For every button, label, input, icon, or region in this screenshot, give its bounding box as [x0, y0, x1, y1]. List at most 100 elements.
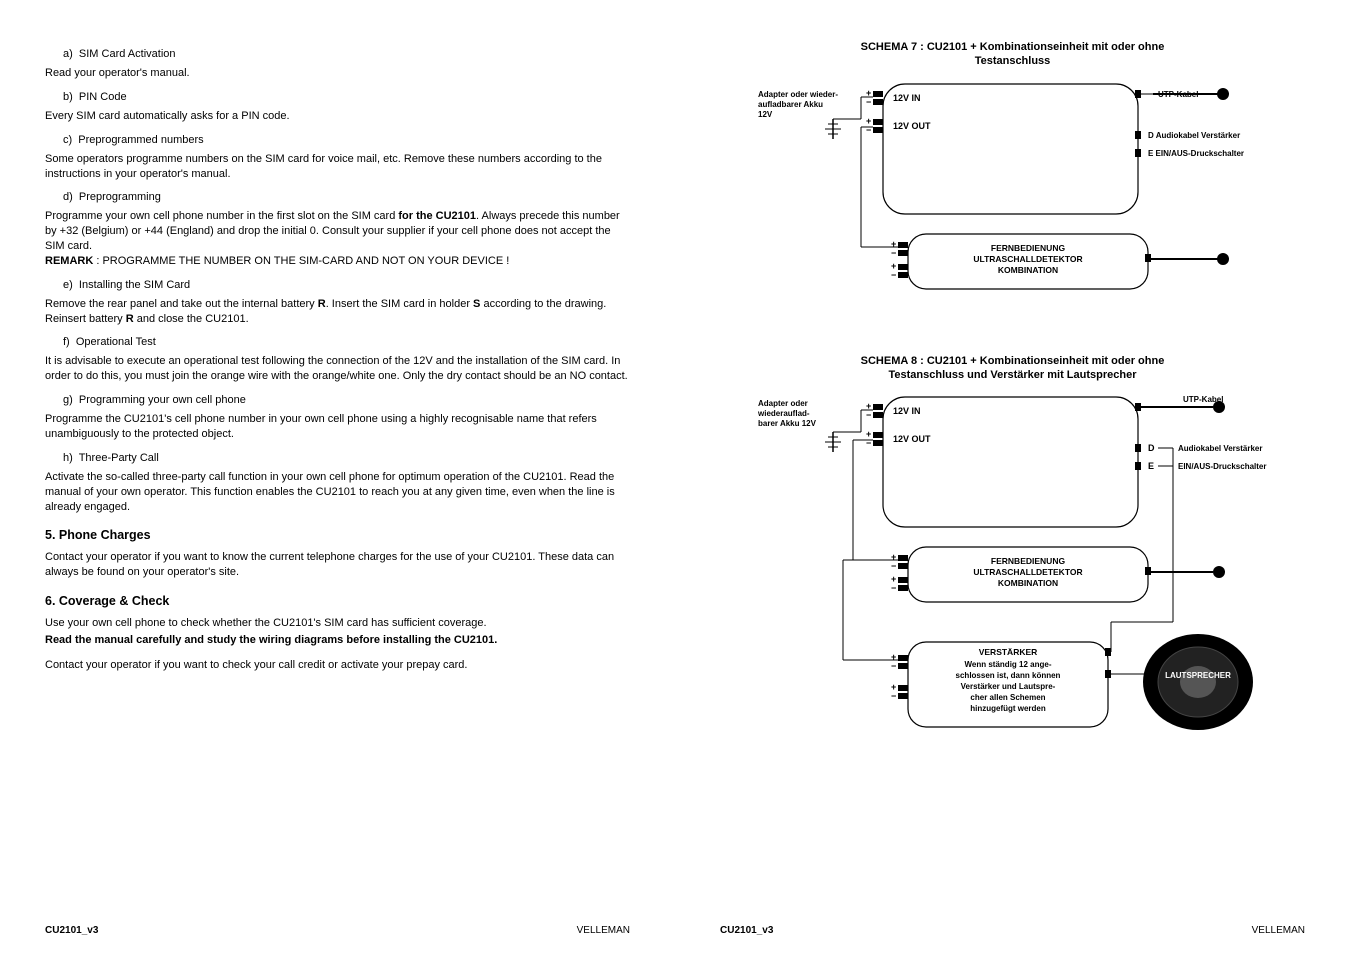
minus-icon: −	[891, 561, 896, 571]
label-adapter-l1: Adapter oder wieder-	[758, 90, 838, 99]
schema-7-title: SCHEMA 7 : CU2101 + Kombinationseinheit …	[753, 40, 1273, 69]
verst-l5: cher allen Schemen	[970, 693, 1045, 702]
item-letter: a)	[63, 48, 73, 60]
title-line1: SCHEMA 7 : CU2101 + Kombinationseinheit …	[861, 41, 1165, 53]
title-line1: SCHEMA 8 : CU2101 + Kombinationseinheit …	[861, 355, 1165, 367]
para-a: Read your operator's manual.	[45, 66, 630, 81]
label-d-audio: D Audiokabel Verstärker	[1148, 131, 1240, 140]
footer-brand: VELLEMAN	[1252, 925, 1305, 936]
terminal-icon	[873, 99, 883, 105]
combo-l1: FERNBEDIENUNG	[990, 556, 1065, 566]
verst-l1: VERSTÄRKER	[978, 647, 1037, 657]
text-bold: R	[126, 313, 134, 325]
item-d: d) Preprogramming	[63, 191, 630, 203]
item-title: Preprogramming	[79, 191, 161, 203]
schema-8: SCHEMA 8 : CU2101 + Kombinationseinheit …	[753, 354, 1273, 763]
terminal-icon	[898, 250, 908, 256]
port-icon	[1135, 131, 1141, 139]
schema-8-svg: + − 12V IN + − 12V OUT Adapter oder wied…	[753, 392, 1273, 762]
para-e: Remove the rear panel and take out the i…	[45, 297, 630, 327]
item-c: c) Preprogrammed numbers	[63, 134, 630, 146]
footer-docid: CU2101_v3	[45, 925, 98, 936]
para-6c: Contact your operator if you want to che…	[45, 658, 630, 673]
terminal-icon	[898, 555, 908, 561]
title-line2: Testanschluss	[975, 55, 1051, 67]
label-adapter-l2: wiederauflad-	[757, 409, 810, 418]
schema-8-title: SCHEMA 8 : CU2101 + Kombinationseinheit …	[753, 354, 1273, 383]
verst-l6: hinzugefügt werden	[970, 704, 1046, 713]
terminal-icon	[873, 432, 883, 438]
item-letter: c)	[63, 134, 72, 146]
text: Programme your own cell phone number in …	[45, 210, 398, 222]
label-adapter-l3: barer Akku 12V	[758, 419, 817, 428]
main-unit-box	[883, 397, 1138, 527]
minus-icon: −	[866, 410, 871, 420]
para-6b: Read the manual carefully and study the …	[45, 633, 630, 648]
text-bold: R	[318, 298, 326, 310]
item-e: e) Installing the SIM Card	[63, 279, 630, 291]
label-12v-in: 12V IN	[893, 406, 921, 416]
port-icon	[1105, 670, 1111, 678]
item-letter: f)	[63, 336, 70, 348]
terminal-icon	[898, 272, 908, 278]
para-5: Contact your operator if you want to kno…	[45, 550, 630, 580]
label-adapter-l3: 12V	[758, 110, 773, 119]
text: and close the CU2101.	[134, 313, 249, 325]
terminal-icon	[898, 585, 908, 591]
label-12v-in: 12V IN	[893, 93, 921, 103]
item-f: f) Operational Test	[63, 336, 630, 348]
terminal-icon	[873, 127, 883, 133]
minus-icon: −	[866, 97, 871, 107]
terminal-icon	[873, 404, 883, 410]
text: : PROGRAMME THE NUMBER ON THE SIM-CARD A…	[93, 255, 509, 267]
combo-l3: KOMBINATION	[997, 578, 1057, 588]
verst-l3: schlossen ist, dann können	[955, 671, 1060, 680]
footer-right-page: CU2101_v3 VELLEMAN	[720, 925, 1305, 936]
terminal-icon	[898, 563, 908, 569]
para-g: Programme the CU2101's cell phone number…	[45, 412, 630, 442]
terminal-icon	[898, 663, 908, 669]
terminal-icon	[873, 119, 883, 125]
port-icon	[1135, 403, 1141, 411]
plug-icon	[1213, 566, 1225, 578]
item-letter: h)	[63, 452, 73, 464]
item-letter: e)	[63, 279, 73, 291]
verst-l2: Wenn ständig 12 ange-	[964, 660, 1051, 669]
footer-brand: VELLEMAN	[577, 925, 630, 936]
terminal-icon	[898, 655, 908, 661]
item-b: b) PIN Code	[63, 91, 630, 103]
item-a: a) SIM Card Activation	[63, 48, 630, 60]
item-h: h) Three-Party Call	[63, 452, 630, 464]
schema-7-svg: + − 12V IN + − 12V OUT Adapter oder wied…	[753, 79, 1273, 314]
item-title: PIN Code	[79, 91, 127, 103]
label-12v-out: 12V OUT	[893, 121, 931, 131]
item-title: Operational Test	[76, 336, 156, 348]
verst-l4: Verstärker und Lautspre-	[960, 682, 1055, 691]
item-title: Installing the SIM Card	[79, 279, 190, 291]
footer-docid: CU2101_v3	[720, 925, 773, 936]
terminal-icon	[873, 412, 883, 418]
item-letter: g)	[63, 394, 73, 406]
item-title: Three-Party Call	[79, 452, 159, 464]
port-icon	[1135, 444, 1141, 452]
heading-6: 6. Coverage & Check	[45, 594, 630, 608]
port-icon	[1135, 90, 1141, 98]
plug-icon	[1217, 88, 1229, 100]
plug-icon	[1217, 253, 1229, 265]
item-letter: b)	[63, 91, 73, 103]
item-g: g) Programming your own cell phone	[63, 394, 630, 406]
label-12v-out: 12V OUT	[893, 434, 931, 444]
terminal-icon	[898, 242, 908, 248]
para-f: It is advisable to execute an operationa…	[45, 354, 630, 384]
heading-5: 5. Phone Charges	[45, 528, 630, 542]
item-title: Programming your own cell phone	[79, 394, 246, 406]
title-line2: Testanschluss und Verstärker mit Lautspr…	[889, 369, 1137, 381]
footer-left-page: CU2101_v3 VELLEMAN	[45, 925, 630, 936]
combo-l2: ULTRASCHALLDETEKTOR	[973, 567, 1082, 577]
minus-icon: −	[891, 691, 896, 701]
label-utp: UTP-Kabel	[1183, 395, 1223, 404]
label-switch: EIN/AUS-Druckschalter	[1178, 462, 1266, 471]
main-unit-box	[883, 84, 1138, 214]
combo-l2: ULTRASCHALLDETEKTOR	[973, 254, 1082, 264]
para-h: Activate the so-called three-party call …	[45, 470, 630, 515]
